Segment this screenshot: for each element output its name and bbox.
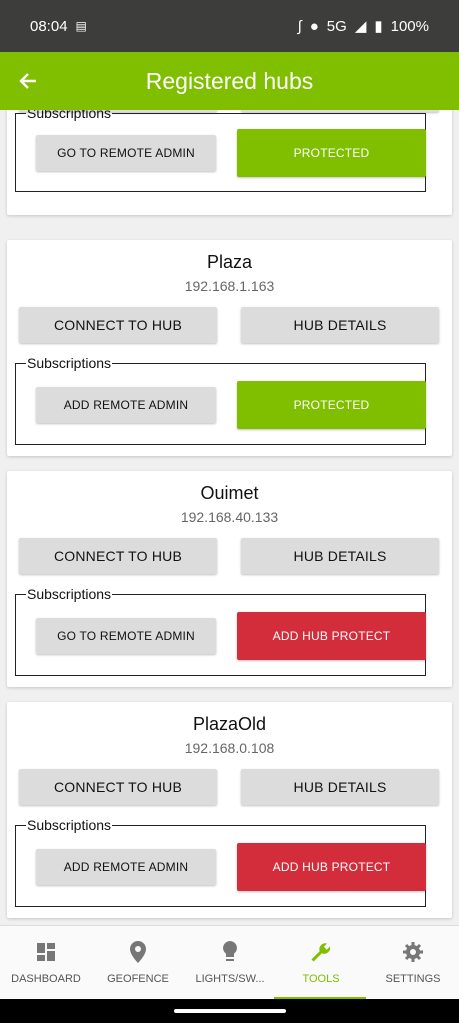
add-hub-protect-button[interactable]: ADD HUB PROTECT <box>237 612 426 660</box>
dashboard-icon <box>36 941 56 969</box>
nav-label: SETTINGS <box>385 973 441 985</box>
home-gesture-handle[interactable] <box>174 1009 286 1013</box>
nav-item-lights[interactable]: LIGHTS/SW... <box>184 926 276 1000</box>
connect-to-hub-button[interactable]: CONNECT TO HUB <box>19 538 217 574</box>
nav-item-dashboard[interactable]: DASHBOARD <box>0 926 92 1000</box>
hub-card: Subscriptions GO TO REMOTE ADMIN PROTECT… <box>7 110 452 215</box>
signal-icon: ◢ <box>354 18 367 35</box>
connect-to-hub-button[interactable]: CONNECT TO HUB <box>19 307 217 343</box>
gear-icon <box>402 941 424 969</box>
status-bar: 08:04 ▤ ∫ ● 5G ◢ ▮ 100% <box>0 0 459 52</box>
hub-card: Ouimet 192.168.40.133 CONNECT TO HUB HUB… <box>7 471 452 687</box>
subscriptions-legend: Subscriptions <box>27 817 112 833</box>
lightbulb-icon <box>222 941 238 969</box>
location-pin-icon <box>130 941 146 969</box>
page-title: Registered hubs <box>145 67 314 94</box>
hub-name: Plaza <box>206 252 253 272</box>
nav-label: TOOLS <box>302 973 340 985</box>
nav-label: DASHBOARD <box>11 973 81 985</box>
protect-button[interactable]: PROTECTED <box>237 381 426 429</box>
nav-item-tools[interactable]: TOOLS <box>275 926 367 1000</box>
nav-item-geofence[interactable]: GEOFENCE <box>92 926 184 1000</box>
remote-admin-button[interactable]: GO TO REMOTE ADMIN <box>36 135 216 171</box>
hub-ip: 192.168.1.163 <box>184 278 275 294</box>
hub-details-button[interactable]: HUB DETAILS <box>241 769 439 805</box>
wrench-icon <box>310 941 332 969</box>
car-icon: ▤ <box>75 19 87 33</box>
app-bar: Registered hubs <box>0 52 459 110</box>
remote-admin-button[interactable]: ADD REMOTE ADMIN <box>36 387 216 423</box>
hub-ip: 192.168.40.133 <box>180 509 279 525</box>
protect-button[interactable]: PROTECTED <box>237 129 426 177</box>
hub-card: Plaza 192.168.1.163 CONNECT TO HUB HUB D… <box>7 240 452 456</box>
battery-label: 100% <box>390 17 429 35</box>
battery-icon: ▮ <box>374 18 383 35</box>
subscriptions-legend: Subscriptions <box>27 355 112 371</box>
status-right: ∫ ● 5G ◢ ▮ 100% <box>297 17 429 36</box>
back-arrow-icon[interactable] <box>0 52 56 110</box>
hub-name: Ouimet <box>200 483 259 503</box>
bottom-navigation: DASHBOARD GEOFENCE LIGHTS/SW... TOOLS SE… <box>0 925 459 1000</box>
connect-to-hub-button[interactable]: CONNECT TO HUB <box>19 769 217 805</box>
hub-details-button[interactable]: HUB DETAILS <box>241 307 439 343</box>
nav-label: GEOFENCE <box>107 973 169 985</box>
nav-item-settings[interactable]: SETTINGS <box>367 926 459 1000</box>
network-label: 5G <box>326 17 347 35</box>
hub-details-button[interactable]: HUB DETAILS <box>241 538 439 574</box>
status-time: 08:04 <box>30 17 68 35</box>
subscriptions-legend: Subscriptions <box>27 110 112 121</box>
hub-ip: 192.168.0.108 <box>184 740 275 756</box>
subscriptions-legend: Subscriptions <box>27 586 112 602</box>
bluetooth-icon: ∫ <box>297 17 302 35</box>
hub-card: PlazaOld 192.168.0.108 CONNECT TO HUB HU… <box>7 702 452 918</box>
hub-list[interactable]: Subscriptions GO TO REMOTE ADMIN PROTECT… <box>0 110 459 925</box>
hub-name: PlazaOld <box>192 714 267 734</box>
location-icon: ● <box>309 17 319 35</box>
remote-admin-button[interactable]: ADD REMOTE ADMIN <box>36 849 216 885</box>
system-navigation-bar <box>0 999 459 1023</box>
remote-admin-button[interactable]: GO TO REMOTE ADMIN <box>36 618 216 654</box>
add-hub-protect-button[interactable]: ADD HUB PROTECT <box>237 843 426 891</box>
nav-label: LIGHTS/SW... <box>195 973 265 985</box>
